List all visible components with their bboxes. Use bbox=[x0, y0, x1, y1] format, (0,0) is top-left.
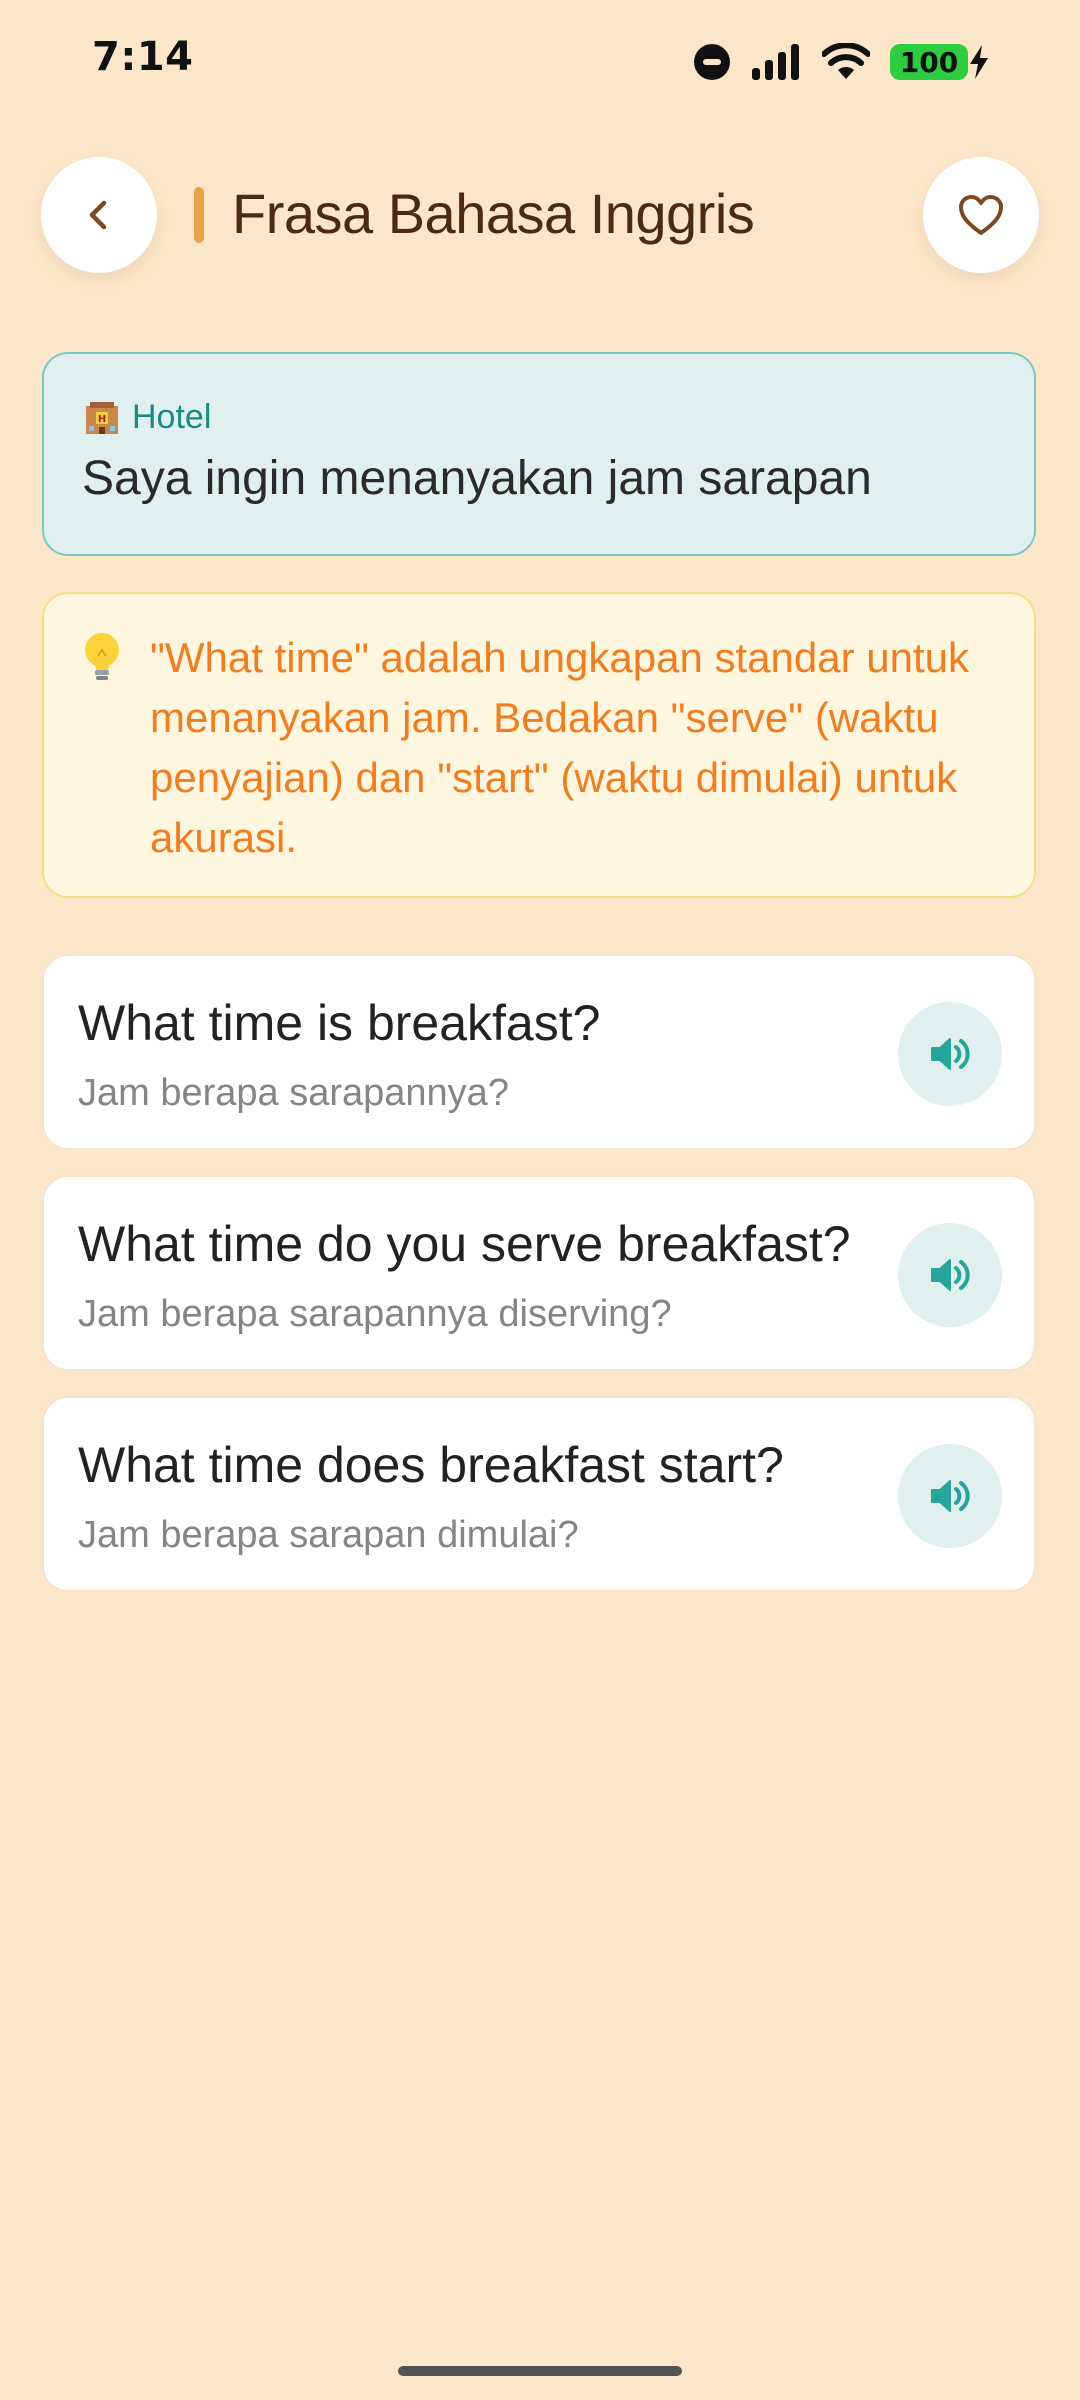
phrase-translation: Jam berapa sarapan dimulai? bbox=[78, 1514, 579, 1556]
title-accent-bar bbox=[194, 187, 204, 243]
phrase-english: What time is breakfast? bbox=[78, 995, 601, 1051]
tip-text: "What time" adalah ungkapan standar untu… bbox=[150, 634, 969, 861]
phrase-english: What time do you serve breakfast? bbox=[78, 1216, 851, 1272]
speaker-icon bbox=[931, 1259, 970, 1291]
wifi-icon bbox=[822, 43, 870, 79]
svg-text:H: H bbox=[98, 414, 106, 425]
play-audio-button[interactable] bbox=[898, 1223, 1002, 1327]
chevron-left-icon bbox=[89, 200, 107, 230]
home-indicator[interactable] bbox=[398, 2366, 682, 2376]
speaker-icon bbox=[931, 1038, 970, 1070]
status-time: 7:14 bbox=[92, 34, 194, 80]
phrase-card[interactable]: What time do you serve breakfast? Jam be… bbox=[42, 1175, 1036, 1371]
phrase-translation: Jam berapa sarapannya? bbox=[78, 1072, 509, 1114]
do-not-disturb-icon bbox=[694, 44, 730, 80]
context-card: H Hotel Saya ingin menanyakan jam sarapa… bbox=[42, 352, 1036, 556]
hotel-icon: H bbox=[82, 400, 122, 436]
phrase-translation: Jam berapa sarapannya diserving? bbox=[78, 1293, 672, 1335]
phrase-card[interactable]: What time does breakfast start? Jam bera… bbox=[42, 1396, 1036, 1592]
context-category: H Hotel bbox=[82, 398, 996, 437]
context-text: Saya ingin menanyakan jam sarapan bbox=[82, 452, 872, 505]
status-icons: 100 bbox=[694, 38, 990, 86]
battery-indicator: 100 bbox=[890, 44, 990, 80]
status-bar: 7:14 100 bbox=[0, 0, 1080, 120]
context-category-label: Hotel bbox=[132, 398, 212, 436]
favorite-button[interactable] bbox=[923, 157, 1039, 273]
phrase-english: What time does breakfast start? bbox=[78, 1437, 784, 1493]
app-header: Frasa Bahasa Inggris bbox=[0, 155, 1080, 275]
charging-bolt-icon bbox=[970, 45, 988, 79]
lightbulb-icon bbox=[80, 630, 124, 686]
battery-level: 100 bbox=[890, 44, 968, 80]
play-audio-button[interactable] bbox=[898, 1444, 1002, 1548]
heart-icon bbox=[959, 195, 1003, 235]
signal-icon bbox=[752, 44, 799, 80]
back-button[interactable] bbox=[41, 157, 157, 273]
speaker-icon bbox=[931, 1480, 970, 1512]
play-audio-button[interactable] bbox=[898, 1002, 1002, 1106]
page-title: Frasa Bahasa Inggris bbox=[232, 182, 755, 245]
phrase-card[interactable]: What time is breakfast? Jam berapa sarap… bbox=[42, 954, 1036, 1150]
tip-card: "What time" adalah ungkapan standar untu… bbox=[42, 592, 1036, 898]
